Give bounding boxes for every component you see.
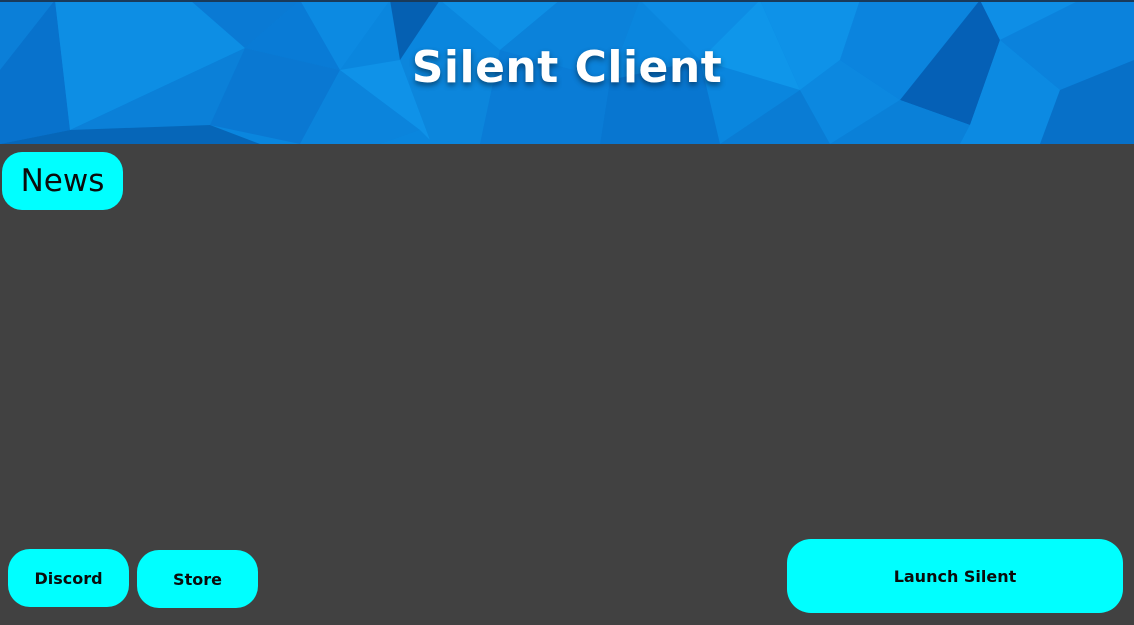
discord-button[interactable]: Discord xyxy=(8,549,129,607)
launch-button[interactable]: Launch Silent xyxy=(787,539,1123,613)
header-banner: Silent Client xyxy=(0,0,1134,144)
tab-news[interactable]: News xyxy=(2,152,123,210)
store-button[interactable]: Store xyxy=(137,550,258,608)
launcher-window: Silent Client News Discord Store Launch … xyxy=(0,0,1134,625)
app-title: Silent Client xyxy=(411,41,723,93)
